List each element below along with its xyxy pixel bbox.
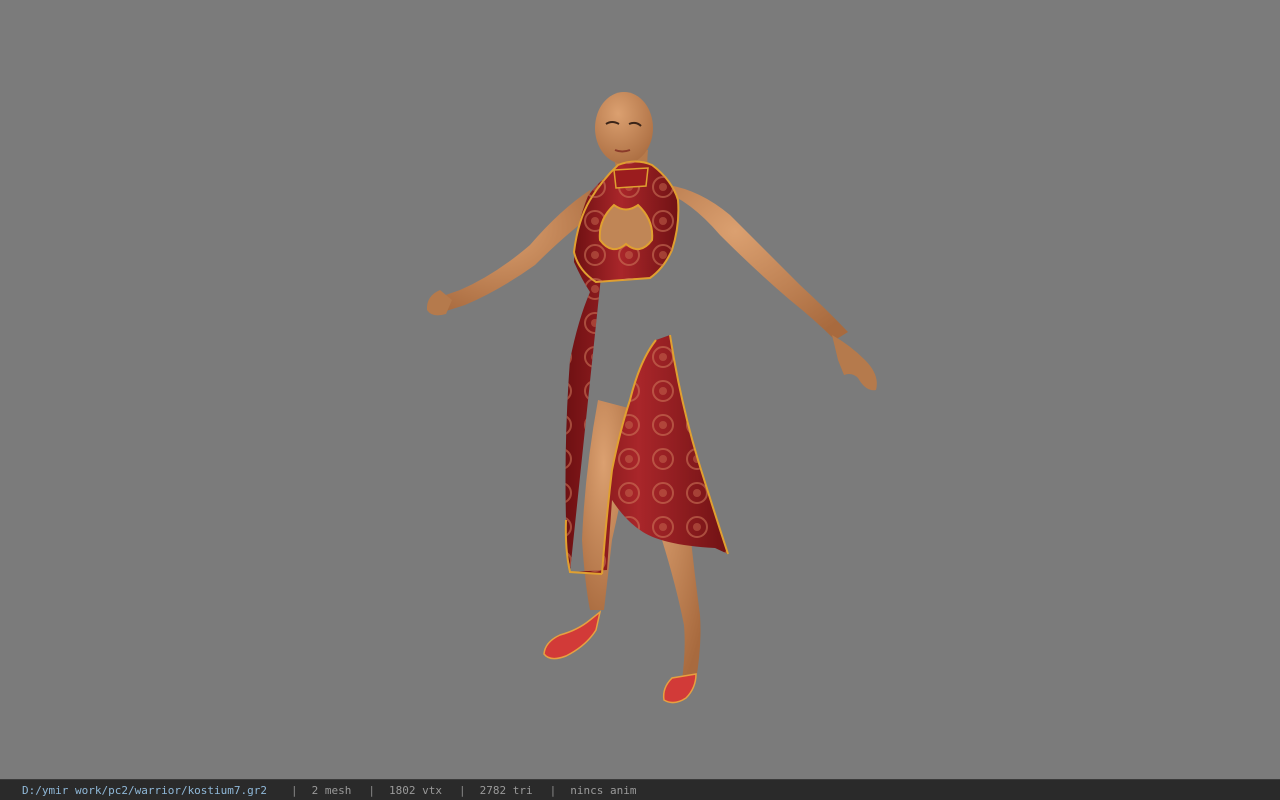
separator: | <box>368 783 376 797</box>
triangle-count: 2782 tri <box>479 783 533 797</box>
separator: | <box>459 783 466 797</box>
dress-keyhole <box>598 203 654 251</box>
right-arm <box>660 185 848 340</box>
animation-status: nincs anim <box>570 783 637 797</box>
separator: | <box>549 783 557 797</box>
vertex-count: 1802 vtx <box>389 783 443 797</box>
3d-viewport[interactable] <box>0 0 1280 779</box>
left-arm <box>440 190 592 312</box>
head <box>595 92 653 164</box>
right-shoe <box>662 673 697 704</box>
character-model[interactable] <box>0 0 1280 779</box>
mesh-count: 2 mesh <box>311 783 352 797</box>
status-bar: D:/ymir work/pc2/warrior/kostium7.gr2 | … <box>0 779 1280 800</box>
left-hand <box>426 290 452 316</box>
left-shoe <box>543 610 602 660</box>
file-path: D:/ymir work/pc2/warrior/kostium7.gr2 <box>22 783 268 797</box>
separator: | <box>291 783 298 797</box>
right-hand <box>832 335 877 391</box>
